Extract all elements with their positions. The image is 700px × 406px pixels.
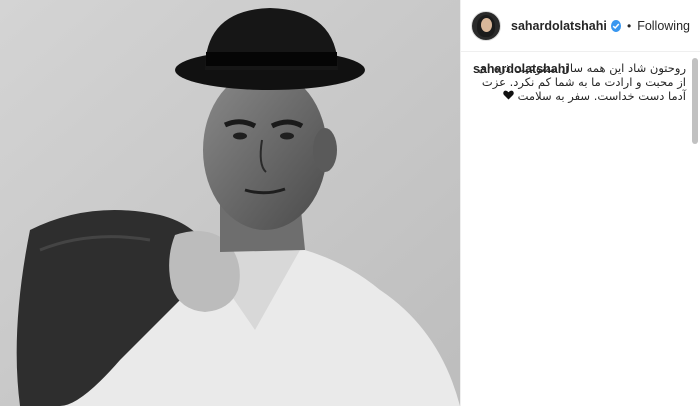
verified-badge-icon (610, 19, 621, 32)
post-photo[interactable] (0, 0, 460, 406)
avatar-face (481, 17, 492, 32)
caption: sahardolatshahi روحتون شاد این همه سال م… (461, 52, 700, 103)
following-button[interactable]: Following (637, 19, 690, 33)
caption-body: روحتون شاد این همه سال ممنوعیت ذره ای از… (473, 61, 686, 103)
header-username[interactable]: sahardolatshahi (511, 19, 607, 33)
scrollbar[interactable] (692, 58, 698, 144)
header-separator: • (626, 18, 632, 33)
post-header: sahardolatshahi • Following (461, 0, 700, 52)
post-sidebar: sahardolatshahi • Following sahardolatsh… (460, 0, 700, 406)
portrait-image (0, 0, 460, 406)
black-heart-icon (503, 89, 514, 103)
avatar[interactable] (471, 10, 501, 41)
instagram-post: sahardolatshahi • Following sahardolatsh… (0, 0, 700, 406)
